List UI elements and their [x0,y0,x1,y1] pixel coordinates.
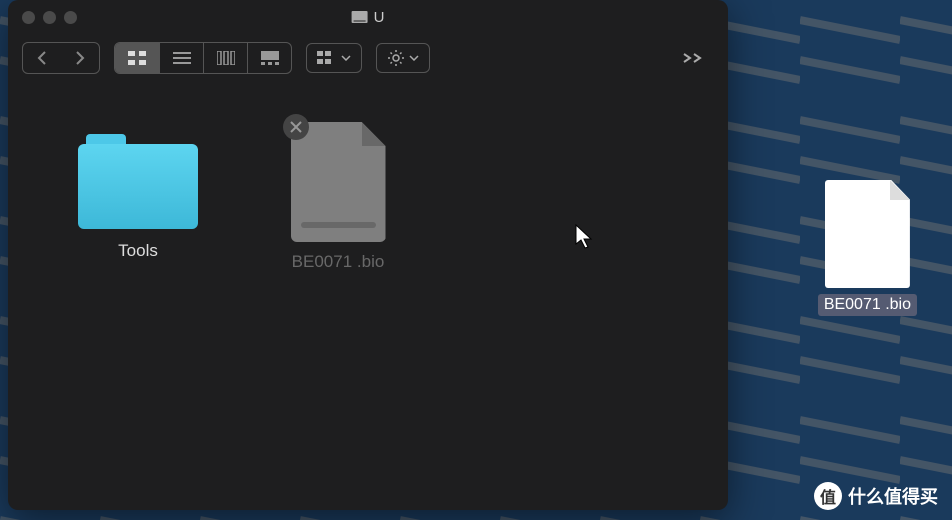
remove-badge-icon[interactable] [283,114,309,140]
folder-icon [78,134,198,229]
folder-label: Tools [118,241,158,261]
minimize-button[interactable] [43,11,56,24]
view-icon-button[interactable] [115,43,159,73]
forward-button[interactable] [61,43,99,73]
back-button[interactable] [23,43,61,73]
document-icon [291,122,386,242]
title-text: U [374,9,385,26]
view-gallery-button[interactable] [247,43,291,73]
zoom-button[interactable] [64,11,77,24]
watermark-text: 什么值得买 [848,483,938,509]
watermark-badge: 值 [814,482,842,510]
toolbar [8,34,728,82]
chevron-down-icon [341,55,351,61]
titlebar: U [8,0,728,34]
document-icon [825,180,910,288]
folder-item[interactable]: Tools [58,122,218,272]
finder-window: U [8,0,728,510]
desktop-file-label: BE0071 .bio [818,294,917,316]
view-list-button[interactable] [159,43,203,73]
file-item[interactable]: BE0071 .bio [258,122,418,272]
view-switcher [114,42,292,74]
action-button[interactable] [376,43,430,73]
more-button[interactable] [672,43,714,73]
traffic-lights [22,11,77,24]
gear-icon [387,49,405,67]
chevron-double-right-icon [682,52,704,64]
chevron-down-icon [409,55,419,61]
close-button[interactable] [22,11,35,24]
window-title: U [352,9,385,26]
desktop-file[interactable]: BE0071 .bio [818,180,917,316]
file-label: BE0071 .bio [292,252,385,272]
watermark: 值 什么值得买 [814,482,938,510]
file-grid: Tools BE0071 .bio [8,82,728,312]
disk-icon [352,11,368,23]
cursor-icon [575,224,595,250]
group-button[interactable] [306,43,362,73]
nav-buttons [22,42,100,74]
view-column-button[interactable] [203,43,247,73]
